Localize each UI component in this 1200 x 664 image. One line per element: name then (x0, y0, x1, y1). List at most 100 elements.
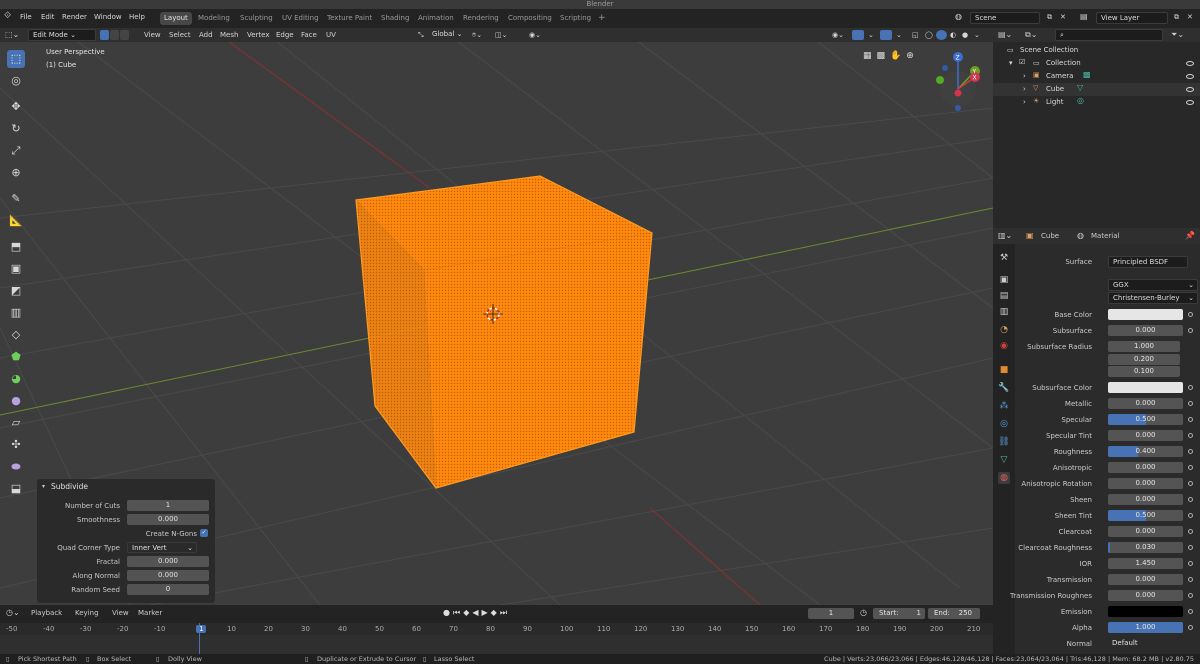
light-eye-icon[interactable] (1186, 100, 1194, 105)
color-swatch[interactable] (1108, 606, 1183, 617)
overlays-toggle-icon[interactable] (880, 30, 892, 40)
bevel-icon[interactable]: ◩ (7, 282, 25, 300)
link-socket-icon[interactable] (1188, 593, 1193, 598)
scene-collection-label[interactable]: Scene Collection (1020, 46, 1078, 54)
delete-scene-icon[interactable]: ✕ (1060, 13, 1066, 21)
timeline-marker-menu[interactable]: Marker (138, 609, 162, 617)
transform-orientation-dropdown[interactable]: Global ⌄ (428, 29, 468, 41)
timeline-ruler[interactable]: -50 -40 -30 -20 -10 1 10 20 30 40 50 60 70 80 90 100 110… (0, 623, 993, 635)
subsurface-radius-field[interactable]: 0.200 (1108, 353, 1180, 365)
create-ngons-checkbox[interactable]: ✓ (200, 529, 208, 537)
cube-eye-icon[interactable] (1186, 87, 1194, 92)
rotate-icon[interactable]: ↻ (7, 120, 25, 138)
link-socket-icon[interactable] (1188, 609, 1193, 614)
scale-icon[interactable]: ⤢ (7, 142, 25, 160)
property-slider[interactable]: 0.000 (1108, 462, 1183, 473)
current-frame-field[interactable]: 1 (808, 608, 854, 619)
property-slider[interactable]: 0.000 (1108, 494, 1183, 505)
next-keyframe-icon[interactable]: ◆ (491, 608, 500, 617)
constraints-tab-icon[interactable]: ⛓ (998, 436, 1010, 448)
cube-mesh[interactable] (355, 175, 653, 489)
tool-tab-icon[interactable]: ⚒ (998, 252, 1010, 264)
link-socket-icon[interactable] (1188, 513, 1193, 518)
cursor-icon[interactable]: ◎ (7, 72, 25, 90)
inset-faces-icon[interactable]: ▣ (7, 260, 25, 278)
link-socket-icon[interactable] (1188, 481, 1193, 486)
menu-view[interactable]: View (144, 31, 161, 39)
link-socket-icon[interactable] (1188, 497, 1193, 502)
render-tab-icon[interactable]: ▣ (998, 274, 1010, 286)
loop-cut-icon[interactable]: ▥ (7, 304, 25, 322)
tab-rendering[interactable]: Rendering (459, 12, 503, 25)
end-frame-field[interactable]: End: 250 (928, 608, 980, 619)
poly-build-icon[interactable]: ⬟ (7, 348, 25, 366)
editor-type-icon[interactable]: ⬚⌄ (5, 30, 19, 39)
add-workspace-button[interactable]: + (594, 12, 610, 25)
subsurface-radius-field[interactable]: 0.100 (1108, 366, 1180, 377)
link-socket-icon[interactable] (1188, 385, 1193, 390)
property-slider[interactable]: 0.000 (1108, 398, 1183, 409)
playhead-line[interactable] (199, 623, 200, 654)
property-slider[interactable]: 1.450 (1108, 558, 1183, 569)
select-box-icon[interactable]: ⬚ (7, 50, 25, 68)
collection-checkbox[interactable]: ☑ (1019, 58, 1025, 66)
zoom-icon[interactable]: ⊕ (906, 51, 919, 61)
output-tab-icon[interactable]: ▤ (998, 290, 1010, 302)
link-socket-icon[interactable] (1188, 465, 1193, 470)
camera-view-icon[interactable]: ▦ (863, 51, 877, 61)
menu-window[interactable]: Window (94, 13, 122, 21)
pivot-point-icon[interactable]: ⌾⌄ (472, 31, 482, 40)
material-tab-icon[interactable]: ◍ (998, 472, 1010, 484)
rendered-shading-icon[interactable]: ● (962, 31, 968, 39)
collection-label[interactable]: Collection (1046, 59, 1081, 67)
menu-file[interactable]: File (20, 13, 32, 21)
particles-tab-icon[interactable]: ⁂ (998, 400, 1010, 412)
collection-expand-icon[interactable]: ▾ (1009, 59, 1013, 67)
color-swatch[interactable] (1108, 382, 1183, 393)
link-socket-icon[interactable] (1188, 625, 1193, 630)
edge-select-icon[interactable] (110, 30, 119, 40)
new-view-layer-icon[interactable]: ⧉ (1174, 13, 1179, 22)
face-select-icon[interactable] (120, 30, 129, 40)
grid-view-icon[interactable]: ▩ (877, 51, 891, 61)
snap-icon[interactable]: ◫⌄ (495, 31, 507, 39)
number-of-cuts-field[interactable]: 1 (127, 500, 209, 511)
filter-icon[interactable]: ⏷⌄ (1171, 30, 1184, 40)
link-socket-icon[interactable] (1188, 561, 1193, 566)
modifier-tab-icon[interactable]: 🔧 (998, 382, 1010, 394)
tab-animation[interactable]: Animation (414, 12, 458, 25)
property-slider[interactable]: 0.000 (1108, 430, 1183, 441)
gizmo-toggle-icon[interactable] (852, 30, 864, 40)
jump-end-icon[interactable]: ⏭ (500, 608, 510, 617)
scene-tab-icon[interactable]: ◔ (998, 324, 1010, 336)
expand-icon[interactable]: › (1023, 72, 1026, 80)
collapse-chevron-icon[interactable]: ▾ (42, 483, 45, 490)
timeline-view-menu[interactable]: View (112, 609, 129, 617)
link-socket-icon[interactable] (1188, 449, 1193, 454)
random-seed-field[interactable]: 0 (127, 584, 209, 595)
outliner-row-light[interactable]: › ☀ Light ◎ (993, 96, 1200, 109)
menu-uv[interactable]: UV (326, 31, 336, 39)
mode-dropdown[interactable]: Edit Mode ⌄ (28, 29, 96, 41)
rip-region-icon[interactable]: ⬓ (7, 480, 25, 498)
physics-tab-icon[interactable]: ◎ (998, 418, 1010, 430)
menu-render[interactable]: Render (62, 13, 87, 21)
play-icon[interactable]: ▶ (482, 608, 491, 617)
pan-hand-icon[interactable]: ✋ (890, 51, 906, 61)
mesh-data-tab-icon[interactable]: ▽ (998, 454, 1010, 466)
menu-edge[interactable]: Edge (276, 31, 294, 39)
surface-shader-dropdown[interactable]: Principled BSDF (1108, 256, 1188, 268)
spin-icon[interactable]: ◕ (7, 370, 25, 388)
gizmo-dropdown-icon[interactable]: ⌄ (868, 31, 874, 39)
quad-corner-type-dropdown[interactable]: Inner Vert ⌄ (127, 542, 197, 553)
property-slider[interactable]: 0.000 (1108, 478, 1183, 489)
preview-range-icon[interactable]: ◷ (860, 608, 867, 617)
property-slider[interactable]: 0.500 (1108, 510, 1183, 521)
timeline-playback-menu[interactable]: Playback (31, 609, 62, 617)
tab-layout[interactable]: Layout (160, 12, 192, 25)
new-scene-icon[interactable]: ⧉ (1047, 13, 1052, 22)
link-socket-icon[interactable] (1188, 401, 1193, 406)
view-layer-tab-icon[interactable]: ▥ (998, 306, 1010, 318)
expand-icon[interactable]: › (1023, 85, 1026, 93)
link-socket-icon[interactable] (1188, 577, 1193, 582)
